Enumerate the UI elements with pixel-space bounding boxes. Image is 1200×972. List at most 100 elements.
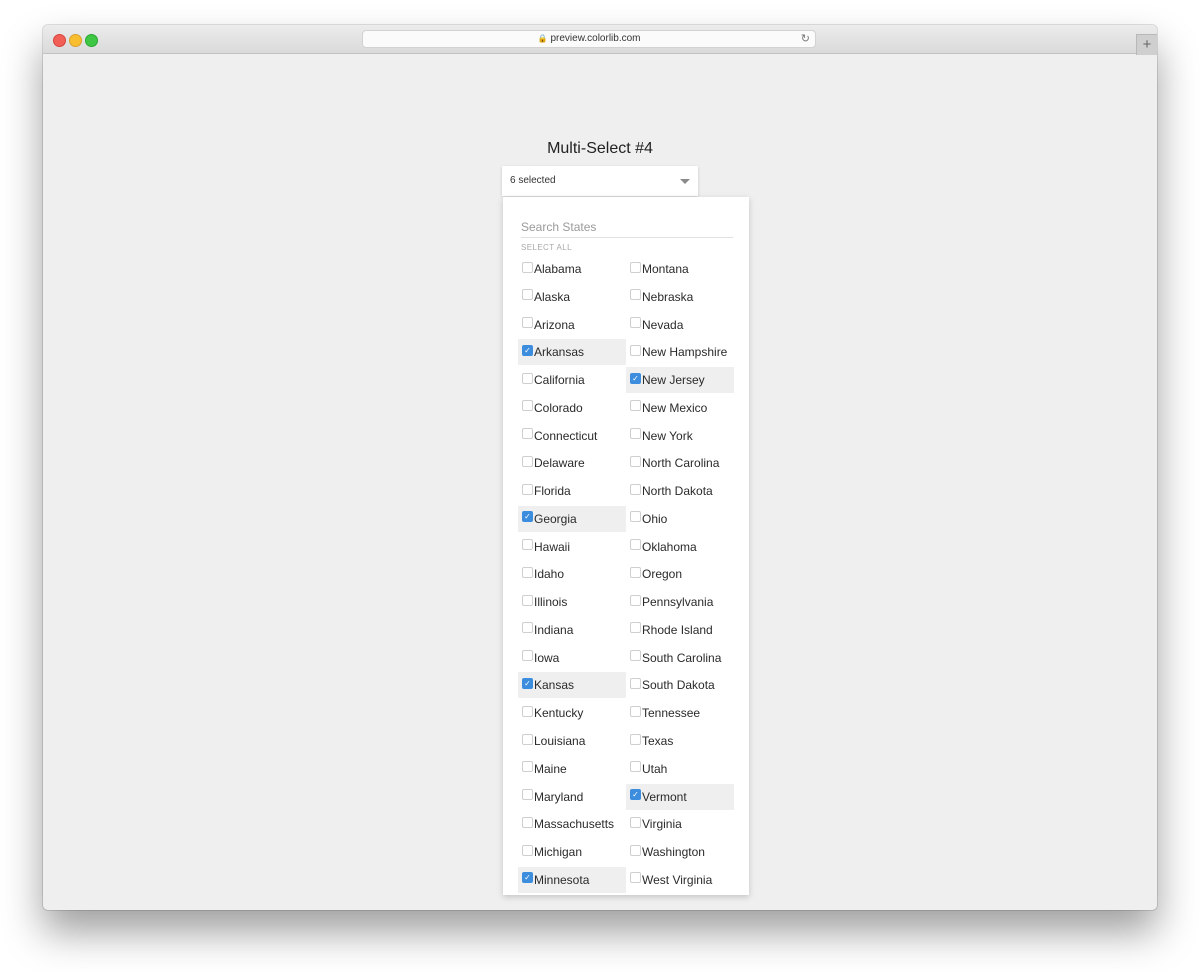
checkbox-icon[interactable] xyxy=(522,761,533,773)
checkbox-checked-icon[interactable]: ✓ xyxy=(522,511,533,523)
state-option[interactable]: South Dakota xyxy=(626,672,734,698)
state-option[interactable]: Oklahoma xyxy=(626,534,734,560)
checkbox-icon[interactable] xyxy=(522,650,533,662)
checkbox-icon[interactable] xyxy=(630,677,641,689)
state-option[interactable]: ✓ Georgia xyxy=(518,505,626,532)
state-option[interactable]: Virginia xyxy=(626,811,734,837)
address-bar[interactable]: 🔒 preview.colorlib.com ↻ xyxy=(362,30,816,48)
checkbox-checked-icon[interactable]: ✓ xyxy=(522,344,533,356)
state-option[interactable]: Nevada xyxy=(626,312,734,338)
checkbox-icon[interactable] xyxy=(630,400,641,412)
state-option[interactable]: Illinois xyxy=(518,589,626,615)
checkbox-icon[interactable] xyxy=(630,483,641,495)
state-option[interactable]: Connecticut xyxy=(518,423,626,449)
search-input[interactable] xyxy=(521,216,733,238)
checkbox-icon[interactable] xyxy=(630,289,641,301)
checkbox-icon[interactable] xyxy=(522,622,533,634)
checkbox-checked-icon[interactable]: ✓ xyxy=(522,872,533,884)
state-option[interactable]: ✓ New Jersey xyxy=(626,367,734,394)
checkbox-icon[interactable] xyxy=(630,816,641,828)
checkbox-icon[interactable] xyxy=(630,844,641,856)
zoom-window-button[interactable] xyxy=(85,34,98,47)
state-option[interactable]: Maine xyxy=(518,756,626,782)
state-option[interactable]: ✓ Vermont xyxy=(626,783,734,810)
state-option[interactable]: Alabama xyxy=(518,256,626,282)
state-option[interactable]: Delaware xyxy=(518,450,626,476)
checkbox-icon[interactable] xyxy=(522,455,533,467)
checkbox-icon[interactable] xyxy=(630,566,641,578)
checkbox-icon[interactable] xyxy=(522,428,533,440)
state-option[interactable]: Utah xyxy=(626,756,734,782)
state-option[interactable]: West Virginia xyxy=(626,867,734,893)
checkbox-icon[interactable] xyxy=(630,344,641,356)
state-option[interactable]: Tennessee xyxy=(626,700,734,726)
new-tab-button[interactable]: + xyxy=(1136,34,1157,55)
checkbox-icon[interactable] xyxy=(522,261,533,273)
state-option[interactable]: Louisiana xyxy=(518,728,626,754)
state-option[interactable]: Idaho xyxy=(518,561,626,587)
state-option[interactable]: Nebraska xyxy=(626,284,734,310)
checkbox-icon[interactable] xyxy=(522,483,533,495)
state-option[interactable]: Hawaii xyxy=(518,534,626,560)
state-option[interactable]: Rhode Island xyxy=(626,617,734,643)
checkbox-icon[interactable] xyxy=(630,261,641,273)
checkbox-icon[interactable] xyxy=(522,400,533,412)
state-option[interactable]: ✓ Minnesota xyxy=(518,866,626,893)
state-option[interactable]: South Carolina xyxy=(626,645,734,671)
state-option[interactable]: Kentucky xyxy=(518,700,626,726)
state-option[interactable]: Montana xyxy=(626,256,734,282)
state-option[interactable]: Colorado xyxy=(518,395,626,421)
state-option[interactable]: ✓ Arkansas xyxy=(518,339,626,366)
state-option[interactable]: Texas xyxy=(626,728,734,754)
state-option[interactable]: California xyxy=(518,367,626,393)
checkbox-icon[interactable] xyxy=(630,761,641,773)
checkbox-icon[interactable] xyxy=(522,539,533,551)
state-option[interactable]: Arizona xyxy=(518,312,626,338)
checkbox-checked-icon[interactable]: ✓ xyxy=(630,789,641,801)
checkbox-icon[interactable] xyxy=(630,733,641,745)
checkbox-icon[interactable] xyxy=(630,511,641,523)
checkbox-icon[interactable] xyxy=(522,566,533,578)
checkbox-icon[interactable] xyxy=(630,622,641,634)
checkbox-icon[interactable] xyxy=(630,594,641,606)
state-option[interactable]: Pennsylvania xyxy=(626,589,734,615)
checkbox-icon[interactable] xyxy=(630,650,641,662)
state-option[interactable]: Indiana xyxy=(518,617,626,643)
checkbox-checked-icon[interactable]: ✓ xyxy=(522,677,533,689)
checkbox-icon[interactable] xyxy=(522,594,533,606)
close-window-button[interactable] xyxy=(53,34,66,47)
checkbox-icon[interactable] xyxy=(522,844,533,856)
state-option[interactable]: Alaska xyxy=(518,284,626,310)
multi-select-toggle[interactable]: 6 selected xyxy=(502,166,698,196)
state-option[interactable]: New Hampshire xyxy=(626,339,734,365)
state-option[interactable]: New York xyxy=(626,423,734,449)
checkbox-checked-icon[interactable]: ✓ xyxy=(630,372,641,384)
state-option[interactable]: North Carolina xyxy=(626,450,734,476)
checkbox-icon[interactable] xyxy=(630,317,641,329)
checkbox-icon[interactable] xyxy=(522,317,533,329)
checkbox-icon[interactable] xyxy=(522,816,533,828)
state-option[interactable]: Oregon xyxy=(626,561,734,587)
checkbox-icon[interactable] xyxy=(630,428,641,440)
reload-icon[interactable]: ↻ xyxy=(801,31,810,47)
state-option[interactable]: Massachusetts xyxy=(518,811,626,837)
state-option[interactable]: North Dakota xyxy=(626,478,734,504)
state-option[interactable]: Washington xyxy=(626,839,734,865)
checkbox-icon[interactable] xyxy=(522,733,533,745)
state-option[interactable]: ✓ Kansas xyxy=(518,672,626,699)
state-option[interactable]: Maryland xyxy=(518,784,626,810)
state-option[interactable]: Florida xyxy=(518,478,626,504)
checkbox-icon[interactable] xyxy=(522,789,533,801)
minimize-window-button[interactable] xyxy=(69,34,82,47)
select-all-link[interactable]: SELECT ALL xyxy=(521,243,572,252)
state-option[interactable]: Iowa xyxy=(518,645,626,671)
checkbox-icon[interactable] xyxy=(522,372,533,384)
checkbox-icon[interactable] xyxy=(630,539,641,551)
checkbox-icon[interactable] xyxy=(630,705,641,717)
checkbox-icon[interactable] xyxy=(522,289,533,301)
state-option[interactable]: Michigan xyxy=(518,839,626,865)
checkbox-icon[interactable] xyxy=(630,872,641,884)
checkbox-icon[interactable] xyxy=(522,705,533,717)
checkbox-icon[interactable] xyxy=(630,455,641,467)
state-option[interactable]: New Mexico xyxy=(626,395,734,421)
